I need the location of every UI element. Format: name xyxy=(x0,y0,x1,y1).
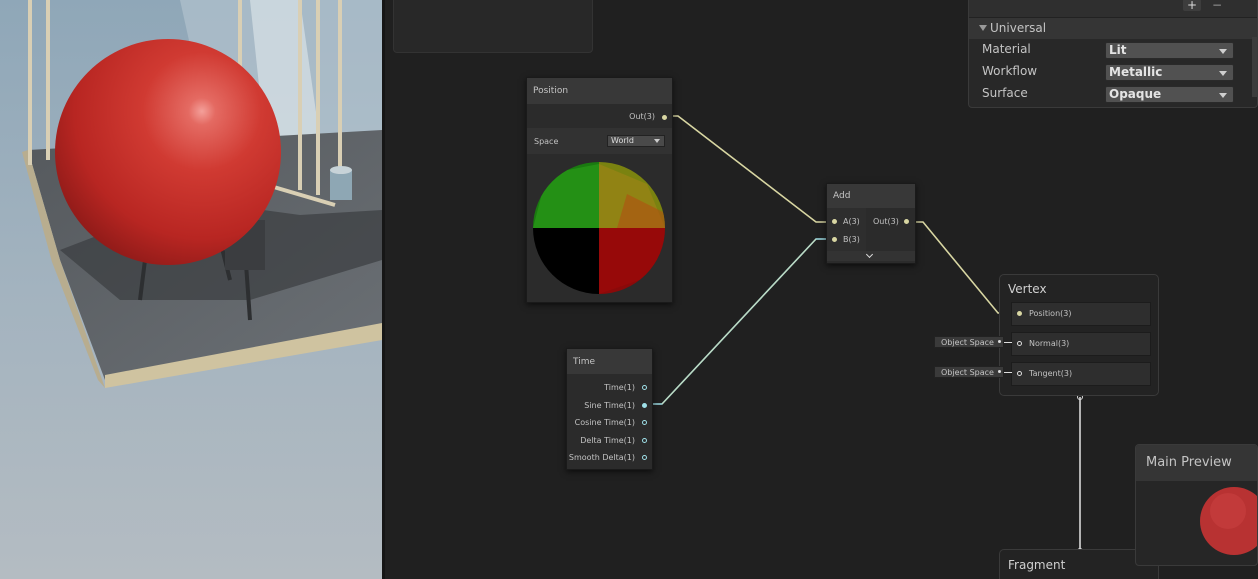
material-label: Material xyxy=(982,42,1031,56)
add-inputs xyxy=(827,208,866,251)
tangent-space-label: Object Space xyxy=(941,368,994,377)
tangent-space-port[interactable] xyxy=(998,370,1001,373)
workflow-dropdown[interactable]: Metallic xyxy=(1105,64,1234,81)
surface-dropdown[interactable]: Opaque xyxy=(1105,86,1234,103)
position-node-outputs: Out(3) xyxy=(527,104,672,128)
vertex-position-label: Position(3) xyxy=(1029,309,1072,318)
vertex-normal-port[interactable] xyxy=(1017,341,1022,346)
position-node[interactable]: Position Out(3) Space World xyxy=(526,77,673,303)
vertex-normal-block[interactable]: Normal(3) xyxy=(1011,332,1151,356)
time-output-label: Time(1) xyxy=(604,383,635,392)
space-dropdown[interactable]: World xyxy=(607,135,665,147)
smooth-delta-output-label: Smooth Delta(1) xyxy=(568,453,635,462)
add-input-b-label: B(3) xyxy=(843,235,860,244)
inspector-toolbar: + − xyxy=(969,0,1257,17)
time-node[interactable]: Time Time(1) Sine Time(1) Cosine Time(1)… xyxy=(566,348,653,470)
space-dropdown-arrow-icon xyxy=(654,139,660,143)
main-preview-panel[interactable]: Main Preview xyxy=(1135,444,1258,566)
scene-render xyxy=(0,0,382,579)
normal-connector xyxy=(1004,342,1012,343)
material-value: Lit xyxy=(1109,43,1127,57)
surface-label: Surface xyxy=(982,86,1028,100)
vertex-position-block[interactable]: Position(3) xyxy=(1011,302,1151,326)
vertex-position-port[interactable] xyxy=(1017,311,1022,316)
main-preview-sphere xyxy=(1136,481,1257,555)
main-preview-header[interactable]: Main Preview xyxy=(1136,445,1257,481)
add-node-header[interactable]: Add xyxy=(827,184,915,208)
fragment-context-title: Fragment xyxy=(1008,558,1066,572)
workflow-value: Metallic xyxy=(1109,65,1163,79)
add-input-b-port[interactable] xyxy=(832,237,837,242)
cosine-time-output-port[interactable] xyxy=(642,420,647,425)
chevron-down-icon[interactable] xyxy=(865,250,874,259)
position-node-header[interactable]: Position xyxy=(527,78,672,104)
vertex-tangent-label: Tangent(3) xyxy=(1029,369,1073,378)
inspector-scrollbar[interactable] xyxy=(1252,37,1257,97)
plus-icon[interactable]: + xyxy=(1183,0,1201,11)
delta-time-output-port[interactable] xyxy=(642,438,647,443)
shader-graph-canvas[interactable]: Position Out(3) Space World Add A(3) B(3… xyxy=(385,0,1258,579)
vertex-context-title: Vertex xyxy=(1008,282,1047,296)
position-node-title: Position xyxy=(533,86,569,96)
main-preview-title: Main Preview xyxy=(1146,455,1232,470)
space-label: Space xyxy=(534,137,559,146)
tangent-connector xyxy=(1004,372,1012,373)
sine-time-output-port[interactable] xyxy=(642,403,647,408)
position-output-port[interactable] xyxy=(662,115,667,120)
normal-space-label: Object Space xyxy=(941,338,994,347)
add-node[interactable]: Add A(3) B(3) Out(3) xyxy=(826,183,916,264)
add-expand-bar[interactable] xyxy=(827,250,915,261)
smooth-delta-output-port[interactable] xyxy=(642,455,647,460)
material-dropdown-arrow-icon xyxy=(1219,49,1227,54)
time-node-title: Time xyxy=(573,356,596,367)
wire-add-to-vertex-position xyxy=(909,221,1011,314)
universal-section-title: Universal xyxy=(990,21,1047,35)
add-output-port[interactable] xyxy=(904,219,909,224)
foldout-arrow-icon[interactable] xyxy=(979,25,987,31)
position-space-row: Space World xyxy=(527,128,672,154)
surface-value: Opaque xyxy=(1109,87,1162,101)
add-node-title: Add xyxy=(833,191,851,201)
normal-space-port[interactable] xyxy=(998,340,1001,343)
workflow-label: Workflow xyxy=(982,64,1038,78)
wire-time-to-add-b-tail xyxy=(661,238,817,405)
surface-dropdown-arrow-icon xyxy=(1219,93,1227,98)
universal-section-header[interactable]: Universal xyxy=(969,17,1257,39)
tangent-space-default-input[interactable]: Object Space xyxy=(934,366,1004,378)
material-dropdown[interactable]: Lit xyxy=(1105,42,1234,59)
position-preview-sphere xyxy=(533,162,665,294)
wire-position-to-add-a xyxy=(664,115,831,223)
vertex-tangent-port[interactable] xyxy=(1017,371,1022,376)
time-node-outputs: Time(1) Sine Time(1) Cosine Time(1) Delt… xyxy=(567,374,652,468)
scene-view[interactable] xyxy=(0,0,382,579)
normal-space-default-input[interactable]: Object Space xyxy=(934,336,1004,348)
time-node-header[interactable]: Time xyxy=(567,349,652,374)
time-output-port[interactable] xyxy=(642,385,647,390)
graph-inspector-panel[interactable]: + − Universal Material Lit Workflow Meta… xyxy=(968,0,1258,108)
add-output-label: Out(3) xyxy=(873,217,899,226)
workflow-dropdown-arrow-icon xyxy=(1219,71,1227,76)
add-input-a-port[interactable] xyxy=(832,219,837,224)
position-output-label: Out(3) xyxy=(629,112,655,121)
position-preview xyxy=(527,154,672,300)
cosine-time-output-label: Cosine Time(1) xyxy=(574,418,635,427)
space-dropdown-value: World xyxy=(611,136,634,145)
sine-time-output-label: Sine Time(1) xyxy=(584,401,635,410)
add-node-ports: A(3) B(3) Out(3) xyxy=(827,208,915,251)
minus-icon[interactable]: − xyxy=(1208,0,1226,11)
vertex-tangent-block[interactable]: Tangent(3) xyxy=(1011,362,1151,386)
add-input-a-label: A(3) xyxy=(843,217,860,226)
delta-time-output-label: Delta Time(1) xyxy=(580,436,635,445)
vertex-normal-label: Normal(3) xyxy=(1029,339,1070,348)
